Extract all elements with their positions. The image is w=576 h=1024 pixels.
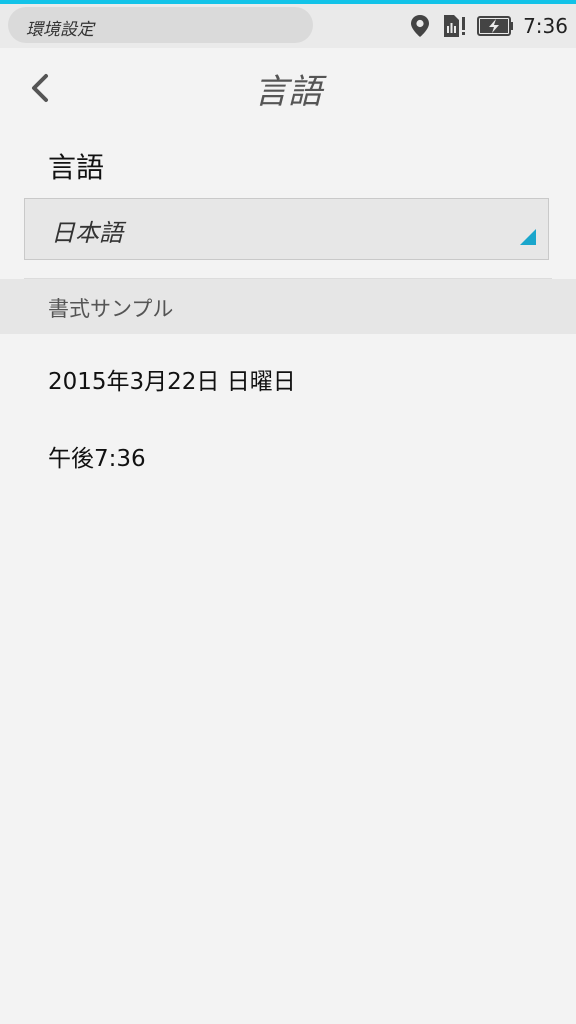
sample-date: 2015年3月22日 日曜日	[48, 369, 296, 395]
location-icon	[409, 14, 431, 38]
app-name-pill: 環境設定	[8, 7, 313, 43]
status-icons: 7:36	[409, 8, 568, 44]
sim-icon	[441, 14, 467, 38]
format-sample-header-text: 書式サンプル	[48, 297, 174, 321]
selected-language: 日本語	[51, 219, 123, 247]
language-label: 言語	[48, 151, 105, 184]
format-sample-header: 書式サンプル	[0, 279, 576, 334]
screen: 環境設定 7:36 言語 言語 日本語 書式サンプル 2015年3月22日 日曜…	[0, 0, 576, 1024]
battery-charging-icon	[477, 16, 515, 36]
page-title: 言語	[254, 72, 322, 112]
app-bar: 言語	[0, 48, 576, 132]
language-dropdown[interactable]: 日本語	[24, 198, 549, 260]
status-bar: 環境設定 7:36	[0, 4, 576, 48]
sample-time: 午後7:36	[48, 446, 146, 472]
status-time: 7:36	[523, 14, 568, 38]
app-name: 環境設定	[26, 20, 94, 40]
dropdown-arrow-icon	[520, 229, 536, 245]
